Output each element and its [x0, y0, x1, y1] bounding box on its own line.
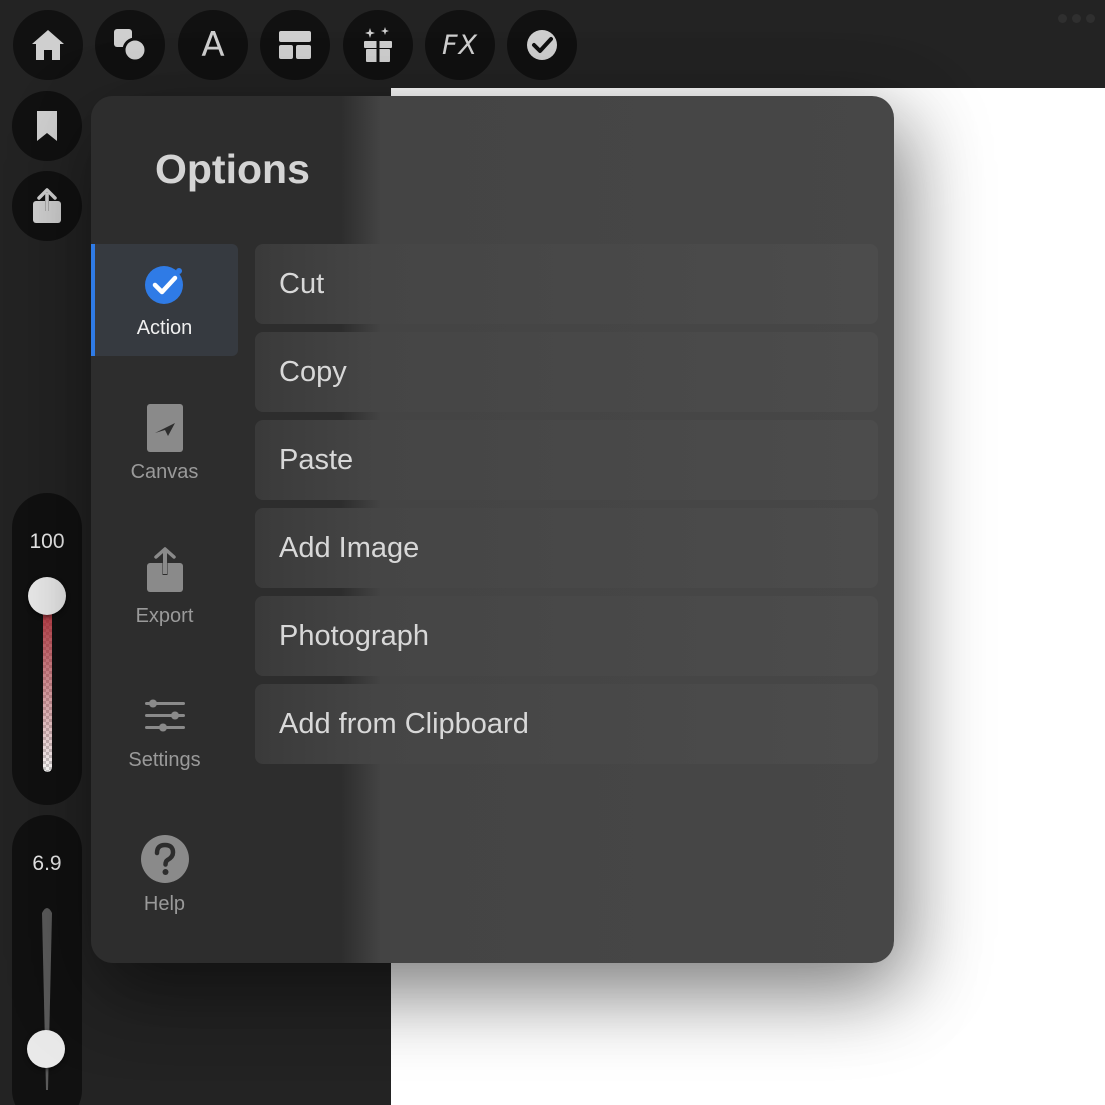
export-icon	[146, 547, 183, 592]
tab-action[interactable]: Action	[91, 244, 238, 356]
shapes-tool-button[interactable]	[95, 10, 165, 80]
share-button[interactable]	[12, 171, 82, 241]
sliders-icon	[144, 699, 185, 732]
bookmark-button[interactable]	[12, 91, 82, 161]
copy-button[interactable]: Copy	[255, 332, 878, 412]
adjustments-button[interactable]	[343, 10, 413, 80]
checkmark-badge-icon	[527, 30, 557, 60]
home-icon	[32, 30, 64, 60]
top-toolbar: A FX	[0, 0, 1105, 88]
tab-label: Help	[143, 893, 186, 915]
tab-export[interactable]: Export	[91, 532, 238, 644]
opacity-value: 100	[29, 530, 65, 553]
bookmark-icon	[37, 111, 57, 141]
add-from-clipboard-button[interactable]: Add from Clipboard	[255, 684, 878, 764]
popover-title: Options	[155, 146, 310, 192]
layout-icon	[279, 31, 311, 59]
cut-button[interactable]: Cut	[255, 244, 878, 324]
help-icon	[140, 835, 189, 883]
options-popover: Options Action Canvas Export Settings He…	[91, 96, 894, 963]
tab-label: Settings	[128, 749, 201, 771]
gift-sparkle-icon	[364, 27, 392, 62]
app-window: A FX 100 6.9 Options Action Canvas Expor…	[0, 0, 1105, 1105]
home-button[interactable]	[13, 10, 83, 80]
brush-size-slider-handle[interactable]	[27, 1029, 65, 1068]
opacity-track[interactable]	[43, 596, 52, 772]
photograph-button[interactable]: Photograph	[255, 596, 878, 676]
fx-icon: FX	[441, 29, 479, 61]
add-image-button[interactable]: Add Image	[255, 508, 878, 588]
actions-toolbar-button[interactable]	[507, 10, 577, 80]
fx-button[interactable]: FX	[425, 10, 495, 80]
canvas-icon	[146, 404, 183, 452]
tab-help[interactable]: Help	[91, 820, 238, 932]
paste-button[interactable]: Paste	[255, 420, 878, 500]
shapes-icon	[114, 29, 148, 63]
text-icon: A	[201, 25, 225, 65]
tab-label: Canvas	[130, 461, 199, 483]
share-icon	[33, 188, 61, 223]
tab-label: Action	[136, 317, 193, 339]
tab-canvas[interactable]: Canvas	[91, 388, 238, 500]
opacity-slider-handle[interactable]	[28, 577, 66, 615]
action-check-icon	[144, 266, 183, 304]
text-tool-button[interactable]: A	[178, 10, 248, 80]
window-drag-handle[interactable]	[1058, 14, 1095, 23]
brush-size-value: 6.9	[32, 852, 62, 875]
tab-settings[interactable]: Settings	[91, 676, 238, 788]
active-tab-indicator	[91, 244, 95, 356]
layout-tool-button[interactable]	[260, 10, 330, 80]
tab-label: Export	[135, 605, 194, 627]
